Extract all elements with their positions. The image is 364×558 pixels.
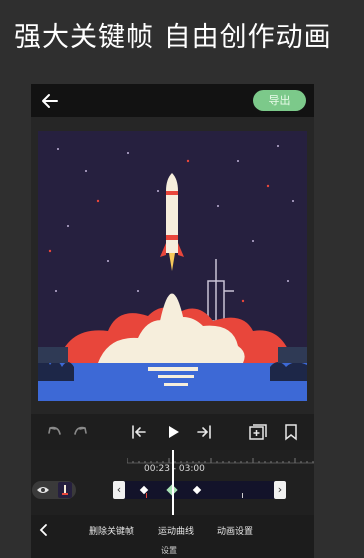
headline-title: 强大关键帧 自由创作动画	[14, 22, 332, 53]
eye-icon[interactable]	[36, 485, 50, 495]
skip-start-icon[interactable]	[129, 422, 149, 442]
layer-thumbnail	[58, 482, 72, 498]
settings-label: 设置	[161, 546, 177, 555]
bottom-menu: 删除关键帧 运动曲线 动画设置 设置	[31, 515, 314, 558]
play-icon[interactable]	[163, 422, 183, 442]
add-frame-icon[interactable]	[248, 422, 268, 442]
canvas-area	[31, 117, 314, 414]
redo-icon[interactable]	[71, 422, 91, 442]
animation-canvas[interactable]	[38, 131, 307, 401]
bookmark-icon[interactable]	[281, 422, 301, 442]
back-arrow-icon[interactable]	[41, 92, 59, 110]
undo-icon[interactable]	[44, 422, 64, 442]
keyframe-track[interactable]: ‹ ›	[113, 481, 286, 499]
export-button[interactable]: 导出	[253, 90, 306, 111]
keyframe-markers	[139, 484, 243, 498]
phone-screen: 导出 00:23 - 03:00 ‹ › 删除关键帧 运动曲线 动画设置 设置	[31, 84, 314, 558]
playback-toolbar	[31, 414, 314, 450]
close-icon[interactable]	[37, 523, 51, 537]
layer-chip[interactable]	[32, 481, 76, 499]
track-start-handle[interactable]: ‹	[113, 481, 125, 499]
track-end-handle[interactable]: ›	[274, 481, 286, 499]
skip-end-icon[interactable]	[194, 422, 214, 442]
delete-keyframe-button[interactable]: 删除关键帧	[89, 524, 134, 537]
top-bar: 导出	[31, 84, 314, 117]
time-ruler[interactable]	[127, 454, 314, 464]
motion-curve-button[interactable]: 运动曲线	[158, 524, 194, 537]
timecode-display: 00:23 - 03:00	[144, 464, 205, 474]
animation-settings-button[interactable]: 动画设置	[217, 524, 253, 537]
